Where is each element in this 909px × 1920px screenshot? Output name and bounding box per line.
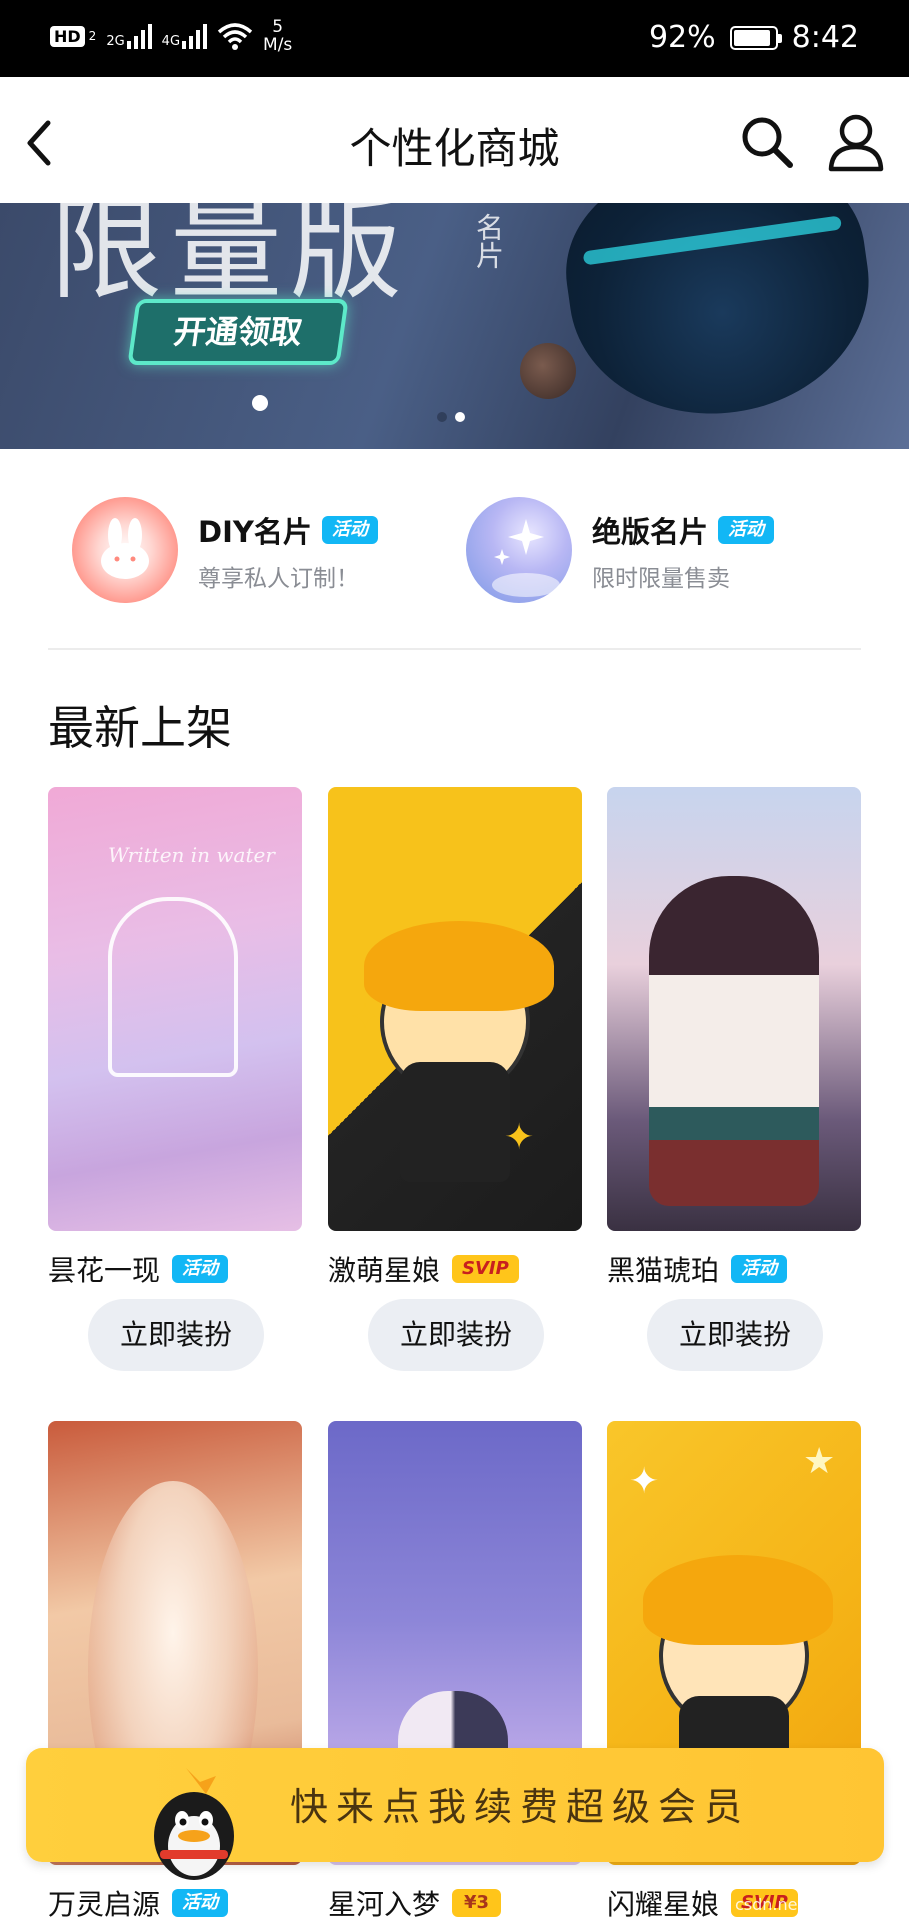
product-name: 激萌星娘 — [328, 1254, 441, 1287]
pager-dot-active[interactable] — [455, 412, 465, 422]
product-name-row: 黑猫琥珀 活动 — [607, 1249, 788, 1289]
product-name: 闪耀星娘 — [607, 1888, 720, 1920]
status-right: 92% 8:42 — [649, 20, 859, 55]
chibi-body-decoration — [400, 1062, 510, 1183]
activity-badge: 活动 — [172, 1889, 229, 1917]
feature-title-text: DIY名片 — [198, 515, 312, 549]
signal-4g: 4G — [161, 23, 208, 49]
product-card[interactable]: ✦ ✦ 激萌星娘 SVIP 立即装扮 — [328, 787, 582, 1371]
status-left: HD 2 2G 4G 5 M/s — [50, 18, 292, 54]
rabbit-icon — [101, 518, 149, 579]
nav-bar: 个性化商城 — [0, 77, 909, 203]
product-name-row: 昙花一现 活动 — [48, 1249, 229, 1289]
watermark: csdn.net/RONNIE_Zz — [735, 1895, 899, 1914]
star-icon: ★ — [803, 1441, 836, 1482]
feature-title: DIY名片 活动 — [198, 509, 378, 551]
apply-button[interactable]: 立即装扮 — [88, 1299, 264, 1371]
battery-icon — [729, 25, 782, 50]
penguin-mascot-icon — [154, 1768, 234, 1880]
product-card[interactable]: 黑猫琥珀 活动 立即装扮 — [607, 787, 861, 1371]
net-label-4g: 4G — [161, 34, 181, 49]
star-icon: ✦ — [350, 997, 381, 1038]
product-name: 黑猫琥珀 — [607, 1254, 720, 1287]
speed-value: 5 — [272, 17, 284, 37]
speed-unit: M/s — [263, 35, 293, 55]
anime-girl-decoration — [649, 875, 819, 1206]
user-profile-icon[interactable] — [826, 111, 886, 173]
banner-planet-decoration — [520, 343, 576, 399]
status-bar: HD 2 2G 4G 5 M/s 92% 8:42 — [0, 0, 909, 77]
signal-2g: 2G — [106, 23, 152, 49]
product-image[interactable]: ✦ ✦ — [328, 787, 582, 1231]
product-image[interactable] — [607, 787, 861, 1231]
feature-title-text: 绝版名片 — [592, 515, 709, 549]
search-icon[interactable] — [738, 113, 796, 171]
pager-dot[interactable] — [437, 412, 447, 422]
product-name: 昙花一现 — [48, 1254, 161, 1287]
activity-badge: 活动 — [172, 1255, 229, 1283]
product-image[interactable]: Written in water — [48, 787, 302, 1231]
feature-subtitle: 限时限量售卖 — [592, 566, 730, 592]
battery-percent: 92% — [648, 20, 716, 55]
product-card[interactable]: Written in water 昙花一现 活动 立即装扮 — [48, 787, 302, 1371]
network-speed: 5 M/s — [263, 18, 292, 54]
section-divider — [48, 648, 861, 650]
signal-bars-icon — [182, 23, 208, 49]
product-name-row: 万灵启源 活动 — [48, 1883, 229, 1920]
product-name: 星河入梦 — [328, 1888, 441, 1920]
activity-badge: 活动 — [718, 516, 775, 544]
banner-spaceship-art — [553, 203, 885, 433]
star-icon: ✦ — [504, 1117, 535, 1158]
signal-bars-icon — [126, 23, 152, 49]
wifi-icon — [217, 23, 253, 50]
art-caption: Written in water — [108, 843, 275, 867]
banner-pager[interactable] — [437, 412, 465, 422]
apply-button[interactable]: 立即装扮 — [647, 1299, 823, 1371]
feature-subtitle: 尊享私人订制！ — [198, 566, 359, 592]
product-name-row: 激萌星娘 SVIP — [328, 1249, 519, 1289]
product-name-row: 星河入梦 ¥3 — [328, 1883, 502, 1920]
feature-title: 绝版名片 活动 — [592, 509, 775, 551]
promo-banner[interactable]: 限量版 名片 开通领取 — [0, 203, 909, 449]
price-badge: ¥3 — [452, 1889, 502, 1917]
svip-badge: SVIP — [452, 1255, 519, 1283]
limited-card-icon — [466, 497, 572, 603]
activity-badge: 活动 — [731, 1255, 788, 1283]
product-name: 万灵启源 — [48, 1888, 161, 1920]
sparkle-icon — [492, 519, 560, 597]
hd-sim: 2 — [88, 29, 97, 43]
hd-badge: HD — [50, 25, 85, 47]
apply-button[interactable]: 立即装扮 — [368, 1299, 544, 1371]
net-label-2g: 2G — [106, 34, 125, 49]
banner-subheadline: 名片 — [472, 213, 505, 269]
section-title: 最新上架 — [48, 701, 232, 755]
activity-badge: 活动 — [321, 516, 378, 544]
renew-svip-text[interactable]: 快来点我续费超级会员 — [290, 1776, 750, 1831]
star-icon: ✦ — [629, 1461, 660, 1502]
diy-card-icon — [72, 497, 178, 603]
banner-claim-button[interactable]: 开通领取 — [127, 299, 349, 365]
banner-star-decoration — [252, 395, 268, 411]
battery-level — [733, 29, 771, 46]
cactus-pot-decoration — [108, 897, 238, 1077]
clock: 8:42 — [791, 20, 859, 55]
feature-row: DIY名片 活动 尊享私人订制！ 绝版名片 活动 限时限量售卖 — [0, 449, 909, 649]
